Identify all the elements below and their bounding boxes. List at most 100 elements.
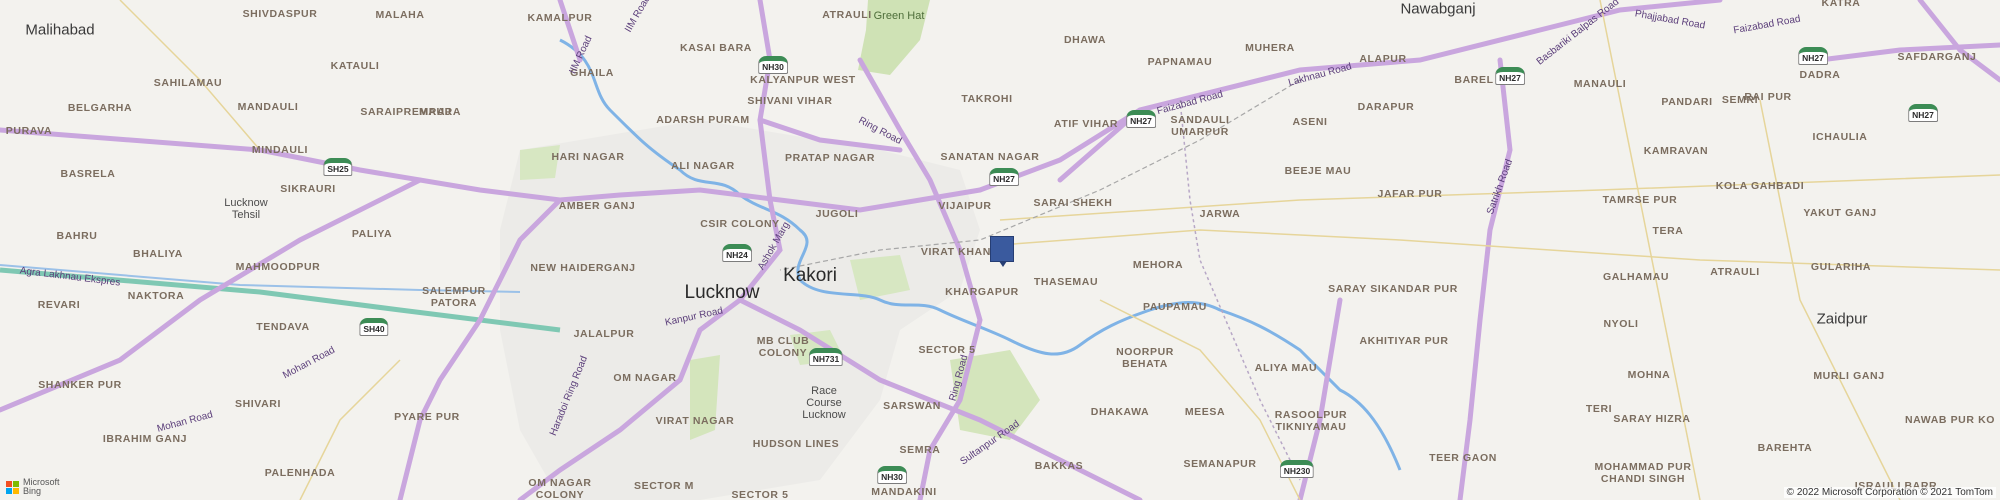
place-label-mohammad-pur: MOHAMMAD PUR CHANDI SINGH — [1594, 461, 1692, 485]
place-label-shanker-pur: SHANKER PUR — [38, 379, 122, 391]
place-label-thasemau: THASEMAU — [1033, 276, 1099, 288]
place-label-virat-nagar: VIRAT NAGAR — [655, 415, 735, 427]
place-label-yakut-ganj: YAKUT GANJ — [1803, 207, 1877, 219]
place-label-semanapur: SEMANAPUR — [1183, 458, 1257, 470]
place-label-kamalpur: KAMALPUR — [527, 12, 593, 24]
bing-logo: Microsoft Bing — [6, 478, 60, 496]
logo-tile — [13, 480, 19, 487]
place-label-rasoolpur: RASOOLPUR TIKNIYAMAU — [1274, 409, 1348, 433]
map-copyright: © 2022 Microsoft Corporation © 2021 TomT… — [1783, 487, 1996, 498]
highway-shield-nh27-center: NH27 — [989, 168, 1019, 186]
place-label-shivani-vihar: SHIVANI VIHAR — [747, 95, 833, 107]
place-label-bakkas: BAKKAS — [1034, 460, 1084, 472]
place-label-saray-sikandar-pur: SARAY SIKANDAR PUR — [1328, 283, 1458, 295]
map-view[interactable]: Malihabad SHIVDASPUR MALAHA KASAI BARA ATRAU… — [0, 0, 2000, 500]
place-label-nawabganj: Nawabganj — [1400, 0, 1476, 18]
place-label-safdarganj: SAFDARGANJ — [1897, 51, 1977, 63]
place-label-bahru: BAHRU — [56, 230, 98, 242]
microsoft-logo-icon — [6, 480, 19, 494]
place-label-lucknow-tehsil: Lucknow Tehsil — [224, 197, 268, 221]
highway-shield-nh27-east: NH27 — [1908, 104, 1938, 122]
place-label-om-nagar-colony: OM NAGAR COLONY — [528, 477, 592, 500]
place-label-tamrse-pur: TAMRSE PUR — [1602, 194, 1678, 206]
highway-shield-sh25: SH25 — [323, 158, 353, 176]
place-label-sarai-shekh: SARAI SHEKH — [1033, 197, 1113, 209]
place-label-atif-vihar: ATIF VIHAR — [1053, 118, 1119, 130]
place-label-lucknow: Lucknow — [684, 282, 760, 303]
place-label-sanatan-nagar: SANATAN NAGAR — [940, 151, 1040, 163]
place-label-manauli: MANAULI — [1573, 78, 1627, 90]
place-label-ibrahim-ganj: IBRAHIM GANJ — [102, 433, 188, 445]
highway-shield-nh30-south: NH30 — [877, 466, 907, 484]
highway-shield-nh27-dadra: NH27 — [1798, 47, 1828, 65]
place-label-bhaliya: BHALIYA — [133, 248, 183, 260]
highway-shield-nh24: NH24 — [722, 244, 752, 262]
place-label-malaha: MALAHA — [375, 9, 425, 21]
highway-shield-sh40: SH40 — [359, 318, 389, 336]
place-label-green-hat: Green Hat — [873, 10, 925, 22]
place-label-race-course: Race Course Lucknow — [802, 385, 846, 421]
place-label-naktora: NAKTORA — [127, 290, 185, 302]
place-label-adarsh-puram: ADARSH PURAM — [656, 114, 750, 126]
place-label-pyare-pur: PYARE PUR — [394, 411, 460, 423]
place-label-teer-gaon: TEER GAON — [1429, 452, 1497, 464]
place-label-aliya-mau: ALIYA MAU — [1254, 362, 1318, 374]
place-label-revari: REVARI — [37, 299, 81, 311]
place-label-dhawa: DHAWA — [1063, 34, 1107, 46]
place-label-kasai-bara: KASAI BARA — [680, 42, 752, 54]
place-label-barehta: BAREHTA — [1757, 442, 1813, 454]
logo-tile — [13, 487, 19, 494]
place-label-noorpur-behata: NOORPUR BEHATA — [1116, 346, 1174, 370]
place-label-kakori: Kakori — [783, 265, 837, 286]
highway-shield-nh230: NH230 — [1279, 460, 1315, 478]
place-label-purava: PURAVA — [5, 125, 53, 137]
place-label-kamravan: KAMRAVAN — [1643, 145, 1709, 157]
place-label-saray-hizra: SARAY HIZRA — [1613, 413, 1691, 425]
minor-roads — [119, 0, 2000, 500]
place-label-shivari: SHIVARI — [234, 398, 282, 410]
place-label-barel: BAREL — [1454, 74, 1494, 86]
highway-shield-nh30-north: NH30 — [758, 56, 788, 74]
place-label-semra: SEMRA — [899, 444, 941, 456]
place-label-nawab-pur-ko: NAWAB PUR KO — [1904, 414, 1996, 426]
place-label-basrela: BASRELA — [60, 168, 116, 180]
place-label-sandauli-umarpur: SANDAULI UMARPUR — [1170, 114, 1230, 138]
place-label-amber-ganj: AMBER GANJ — [558, 200, 636, 212]
place-label-ali-nagar: ALI NAGAR — [671, 160, 735, 172]
logo-tile — [6, 487, 12, 494]
place-label-pandari: PANDARI — [1661, 96, 1713, 108]
place-label-teri: TERI — [1585, 403, 1613, 415]
place-label-zaidpur: Zaidpur — [1816, 310, 1868, 328]
place-label-salempur-patora: SALEMPUR PATORA — [422, 285, 486, 309]
urban-area — [500, 120, 980, 500]
highway-shield-nh27-barel: NH27 — [1495, 67, 1525, 85]
place-label-atrauli: ATRAULI — [1710, 266, 1760, 278]
place-label-vijaipur: VIJAIPUR — [938, 200, 992, 212]
place-label-malihabad: Malihabad — [25, 21, 95, 39]
place-label-sahilamau: SAHILAMAU — [153, 77, 223, 89]
place-label-mandauli: MANDAULI — [237, 101, 299, 113]
place-label-paupamau: PAUPAMAU — [1143, 301, 1207, 313]
place-label-mahmoodpur: MAHMOODPUR — [235, 261, 321, 273]
logo-tile — [6, 480, 12, 487]
place-label-aseni: ASENI — [1292, 116, 1328, 128]
place-label-meesa: MEESA — [1184, 406, 1226, 418]
place-label-dadra: DADRA — [1799, 69, 1841, 81]
place-label-rai-pur: RAI PUR — [1744, 91, 1792, 103]
place-label-mindauli: MINDAULI — [251, 144, 309, 156]
place-label-jafar-pur: JAFAR PUR — [1377, 188, 1443, 200]
place-label-akhitiyar-pur: AKHITIYAR PUR — [1359, 335, 1449, 347]
place-label-palenhada: PALENHADA — [264, 467, 336, 479]
place-label-sarswan: SARSWAN — [883, 400, 941, 412]
place-label-kalyanpur-west: KALYANPUR WEST — [750, 74, 856, 86]
place-label-murli-ganj: MURLI GANJ — [1813, 370, 1885, 382]
place-label-tera: TERA — [1652, 225, 1684, 237]
place-label-virat-khand: VIRAT KHAND — [920, 246, 1000, 258]
place-label-mohna: MOHNA — [1627, 369, 1671, 381]
place-label-jalalpur: JALALPUR — [573, 328, 635, 340]
location-pin-icon[interactable] — [990, 236, 1014, 267]
place-label-mehora: MEHORA — [1132, 259, 1184, 271]
place-label-muhera: MUHERA — [1245, 42, 1295, 54]
place-label-jarwa: JARWA — [1199, 208, 1241, 220]
place-label-darapur: DARAPUR — [1357, 101, 1415, 113]
